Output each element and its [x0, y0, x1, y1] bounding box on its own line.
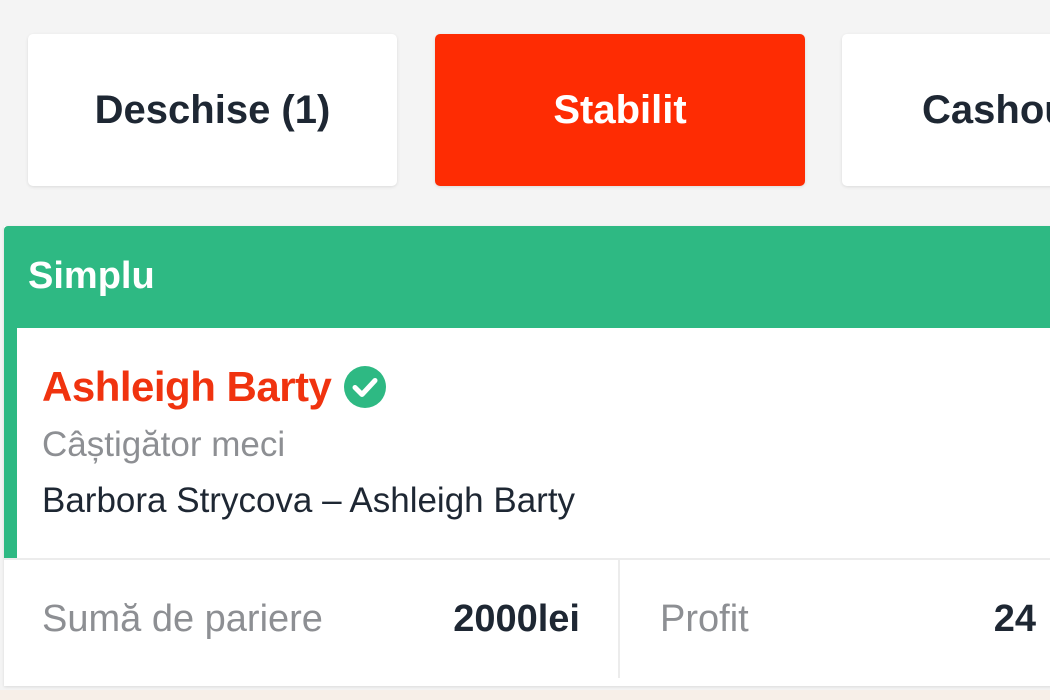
selection-row: Ashleigh Barty — [42, 360, 1050, 414]
bet-status-tabs: Deschise (1) Stabilit Cashou — [28, 34, 1050, 188]
bet-card-header: Simplu — [4, 226, 1050, 328]
tab-cashout[interactable]: Cashou — [842, 34, 1050, 186]
check-circle-icon — [343, 365, 387, 409]
next-card-edge — [0, 690, 1050, 700]
event-name: Barbora Strycova – Ashleigh Barty — [42, 481, 576, 520]
profit-stat: Profit 24 — [622, 560, 1050, 678]
bets-screen: Deschise (1) Stabilit Cashou Simplu Ashl… — [0, 0, 1050, 700]
tab-settled[interactable]: Stabilit — [435, 34, 805, 186]
stake-value: 2000lei — [453, 597, 580, 640]
market-name: Câștigător meci — [42, 425, 286, 464]
bet-footer: Sumă de pariere 2000lei Profit 24 — [4, 558, 1050, 678]
tab-open[interactable]: Deschise (1) — [28, 34, 397, 186]
stake-label: Sumă de pariere — [42, 597, 323, 640]
stake-stat: Sumă de pariere 2000lei — [4, 560, 620, 678]
bet-card[interactable]: Simplu Ashleigh Barty Câștigător meci Ba… — [4, 226, 1050, 686]
profit-value: 24 — [993, 597, 1036, 640]
bet-selection: Ashleigh Barty Câștigător meci Barbora S… — [42, 360, 1050, 524]
status-accent-bar — [4, 328, 17, 558]
profit-label: Profit — [660, 597, 749, 640]
bet-type-label: Simplu — [28, 255, 155, 297]
selection-name: Ashleigh Barty — [42, 363, 332, 410]
